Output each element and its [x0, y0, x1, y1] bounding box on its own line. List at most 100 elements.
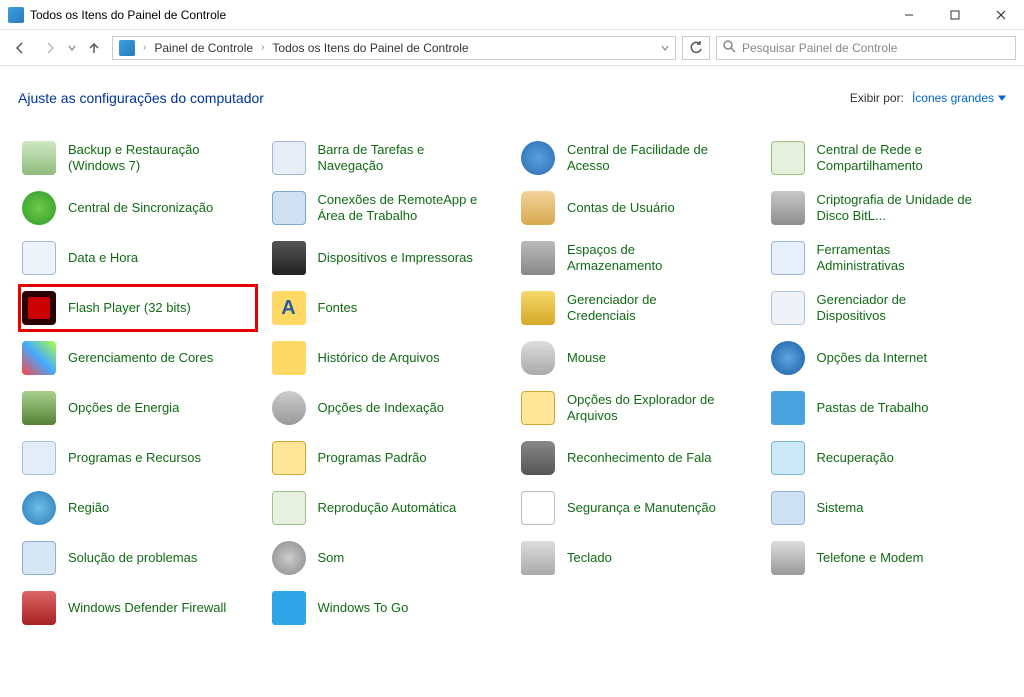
cp-item-op-es-de-energia[interactable]: Opções de Energia — [18, 384, 258, 432]
refresh-button[interactable] — [682, 36, 710, 60]
cp-item-recupera-o[interactable]: Recuperação — [767, 434, 1007, 482]
item-label: Opções da Internet — [817, 350, 928, 366]
address-dropdown-icon[interactable] — [661, 41, 669, 55]
cred-icon — [521, 291, 555, 325]
power-icon — [22, 391, 56, 425]
taskbar-icon — [272, 141, 306, 175]
cp-item-seguran-a-e-manuten-o[interactable]: Segurança e Manutenção — [517, 484, 757, 532]
bitlocker-icon — [771, 191, 805, 225]
item-label: Flash Player (32 bits) — [68, 300, 191, 316]
devices-icon — [272, 241, 306, 275]
cp-item-reprodu-o-autom-tica[interactable]: Reprodução Automática — [268, 484, 508, 532]
cp-item-gerenciador-de-dispositivos[interactable]: Gerenciador de Dispositivos — [767, 284, 1007, 332]
item-label: Gerenciamento de Cores — [68, 350, 213, 366]
titlebar: Todos os Itens do Painel de Controle — [0, 0, 1024, 30]
item-label: Data e Hora — [68, 250, 138, 266]
cp-item-data-e-hora[interactable]: Data e Hora — [18, 234, 258, 282]
cp-item-reconhecimento-de-fala[interactable]: Reconhecimento de Fala — [517, 434, 757, 482]
item-label: Reprodução Automática — [318, 500, 457, 516]
view-by-dropdown[interactable]: Ícones grandes — [912, 91, 1006, 105]
cp-item-flash-player-32-bits[interactable]: Flash Player (32 bits) — [18, 284, 258, 332]
item-label: Conexões de RemoteApp e Área de Trabalho — [318, 192, 478, 225]
cp-item-central-de-rede-e-compartilhamento[interactable]: Central de Rede e Compartilhamento — [767, 134, 1007, 182]
cp-item-contas-de-usu-rio[interactable]: Contas de Usuário — [517, 184, 757, 232]
item-label: Programas Padrão — [318, 450, 427, 466]
cp-item-backup-e-restaura-o-windows-7[interactable]: Backup e Restauração (Windows 7) — [18, 134, 258, 182]
item-label: Dispositivos e Impressoras — [318, 250, 473, 266]
cp-item-fontes[interactable]: AFontes — [268, 284, 508, 332]
speech-icon — [521, 441, 555, 475]
breadcrumb-current[interactable]: Todos os Itens do Painel de Controle — [272, 41, 468, 55]
page-title: Ajuste as configurações do computador — [18, 90, 264, 106]
close-button[interactable] — [978, 0, 1024, 29]
address-bar[interactable]: › Painel de Controle › Todos os Itens do… — [112, 36, 676, 60]
maximize-button[interactable] — [932, 0, 978, 29]
item-label: Pastas de Trabalho — [817, 400, 929, 416]
item-label: Espaços de Armazenamento — [567, 242, 727, 275]
recent-locations-button[interactable] — [68, 41, 76, 55]
cp-item-programas-padr-o[interactable]: Programas Padrão — [268, 434, 508, 482]
forward-button[interactable] — [38, 36, 62, 60]
recovery-icon — [771, 441, 805, 475]
item-label: Som — [318, 550, 345, 566]
item-label: Criptografia de Unidade de Disco BitL... — [817, 192, 977, 225]
item-label: Windows Defender Firewall — [68, 600, 226, 616]
minimize-button[interactable] — [886, 0, 932, 29]
item-label: Região — [68, 500, 109, 516]
window-title: Todos os Itens do Painel de Controle — [30, 8, 886, 22]
control-panel-icon — [8, 7, 24, 23]
cp-item-central-de-sincroniza-o[interactable]: Central de Sincronização — [18, 184, 258, 232]
cp-item-teclado[interactable]: Teclado — [517, 534, 757, 582]
cp-item-mouse[interactable]: Mouse — [517, 334, 757, 382]
items-grid: Backup e Restauração (Windows 7) Barra de… — [18, 134, 1006, 632]
item-label: Opções do Explorador de Arquivos — [567, 392, 727, 425]
item-label: Solução de problemas — [68, 550, 197, 566]
admin-icon — [771, 241, 805, 275]
cp-item-espa-os-de-armazenamento[interactable]: Espaços de Armazenamento — [517, 234, 757, 282]
keyboard-icon — [521, 541, 555, 575]
cp-item-op-es-do-explorador-de-arquivos[interactable]: Opções do Explorador de Arquivos — [517, 384, 757, 432]
cp-item-gerenciamento-de-cores[interactable]: Gerenciamento de Cores — [18, 334, 258, 382]
cp-item-op-es-da-internet[interactable]: Opções da Internet — [767, 334, 1007, 382]
cp-item-hist-rico-de-arquivos[interactable]: Histórico de Arquivos — [268, 334, 508, 382]
cp-item-conex-es-de-remoteapp-e-rea-de-trabalho[interactable]: Conexões de RemoteApp e Área de Trabalho — [268, 184, 508, 232]
view-by-label: Exibir por: — [850, 91, 904, 105]
item-label: Teclado — [567, 550, 612, 566]
cp-item-dispositivos-e-impressoras[interactable]: Dispositivos e Impressoras — [268, 234, 508, 282]
search-input[interactable] — [742, 41, 1009, 55]
navigation-toolbar: › Painel de Controle › Todos os Itens do… — [0, 30, 1024, 66]
cp-item-programas-e-recursos[interactable]: Programas e Recursos — [18, 434, 258, 482]
cp-item-op-es-de-indexa-o[interactable]: Opções de Indexação — [268, 384, 508, 432]
breadcrumb-root[interactable]: Painel de Controle — [154, 41, 253, 55]
cp-item-solu-o-de-problemas[interactable]: Solução de problemas — [18, 534, 258, 582]
chevron-right-icon: › — [261, 42, 264, 53]
cp-item-pastas-de-trabalho[interactable]: Pastas de Trabalho — [767, 384, 1007, 432]
backup-icon — [22, 141, 56, 175]
view-by-control: Exibir por: Ícones grandes — [850, 91, 1006, 105]
cp-item-central-de-facilidade-de-acesso[interactable]: Central de Facilidade de Acesso — [517, 134, 757, 182]
search-icon — [723, 40, 736, 56]
up-button[interactable] — [82, 36, 106, 60]
item-label: Barra de Tarefas e Navegação — [318, 142, 478, 175]
flash-icon — [22, 291, 56, 325]
cp-item-criptografia-de-unidade-de-disco-bitl[interactable]: Criptografia de Unidade de Disco BitL... — [767, 184, 1007, 232]
cp-item-ferramentas-administrativas[interactable]: Ferramentas Administrativas — [767, 234, 1007, 282]
sound-icon — [272, 541, 306, 575]
devmgr-icon — [771, 291, 805, 325]
color-icon — [22, 341, 56, 375]
cp-item-gerenciador-de-credenciais[interactable]: Gerenciador de Credenciais — [517, 284, 757, 332]
phone-icon — [771, 541, 805, 575]
cp-item-sistema[interactable]: Sistema — [767, 484, 1007, 532]
cp-item-regi-o[interactable]: Região — [18, 484, 258, 532]
cp-item-windows-to-go[interactable]: Windows To Go — [268, 584, 508, 632]
cp-item-barra-de-tarefas-e-navega-o[interactable]: Barra de Tarefas e Navegação — [268, 134, 508, 182]
cp-item-telefone-e-modem[interactable]: Telefone e Modem — [767, 534, 1007, 582]
remote-icon — [272, 191, 306, 225]
back-button[interactable] — [8, 36, 32, 60]
item-label: Fontes — [318, 300, 358, 316]
window-controls — [886, 0, 1024, 29]
item-label: Sistema — [817, 500, 864, 516]
search-box[interactable] — [716, 36, 1016, 60]
cp-item-windows-defender-firewall[interactable]: Windows Defender Firewall — [18, 584, 258, 632]
cp-item-som[interactable]: Som — [268, 534, 508, 582]
